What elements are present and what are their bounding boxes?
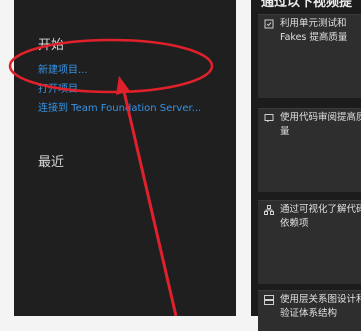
video-card-visualize[interactable]: 通过可视化了解代码依赖项 bbox=[258, 200, 361, 284]
video-card-label: 使用层关系图设计和验证体系结构 bbox=[280, 294, 361, 319]
video-card-code-review[interactable]: 使用代码审阅提高质量 bbox=[258, 108, 361, 192]
video-card-label: 使用代码审阅提高质量 bbox=[280, 112, 361, 137]
code-review-icon bbox=[264, 113, 274, 123]
unit-test-icon bbox=[264, 19, 274, 29]
layer-diagram-icon bbox=[264, 295, 274, 305]
videos-panel: 通过以下视频提 利用单元测试和 Fakes 提高质量 使用代码审阅提高质量 通过… bbox=[251, 0, 361, 331]
start-panel: 开始 新建项目... 打开项目... 连接到 Team Foundation S… bbox=[14, 0, 236, 316]
recent-heading: 最近 bbox=[38, 155, 65, 170]
video-card-label: 利用单元测试和 Fakes 提高质量 bbox=[280, 18, 348, 43]
video-card-label: 通过可视化了解代码依赖项 bbox=[280, 204, 361, 229]
start-heading: 开始 bbox=[38, 38, 65, 53]
video-card-layer-diagram[interactable]: 使用层关系图设计和验证体系结构 bbox=[258, 290, 361, 331]
visualize-icon bbox=[264, 205, 274, 215]
connect-tfs-link[interactable]: 连接到 Team Foundation Server... bbox=[38, 99, 201, 114]
videos-heading: 通过以下视频提 bbox=[261, 0, 353, 10]
start-page: 开始 新建项目... 打开项目... 连接到 Team Foundation S… bbox=[0, 0, 361, 331]
new-project-link[interactable]: 新建项目... bbox=[38, 61, 88, 76]
panel-divider bbox=[236, 0, 251, 316]
open-project-link[interactable]: 打开项目... bbox=[38, 80, 88, 95]
video-card-unit-test[interactable]: 利用单元测试和 Fakes 提高质量 bbox=[258, 14, 361, 98]
